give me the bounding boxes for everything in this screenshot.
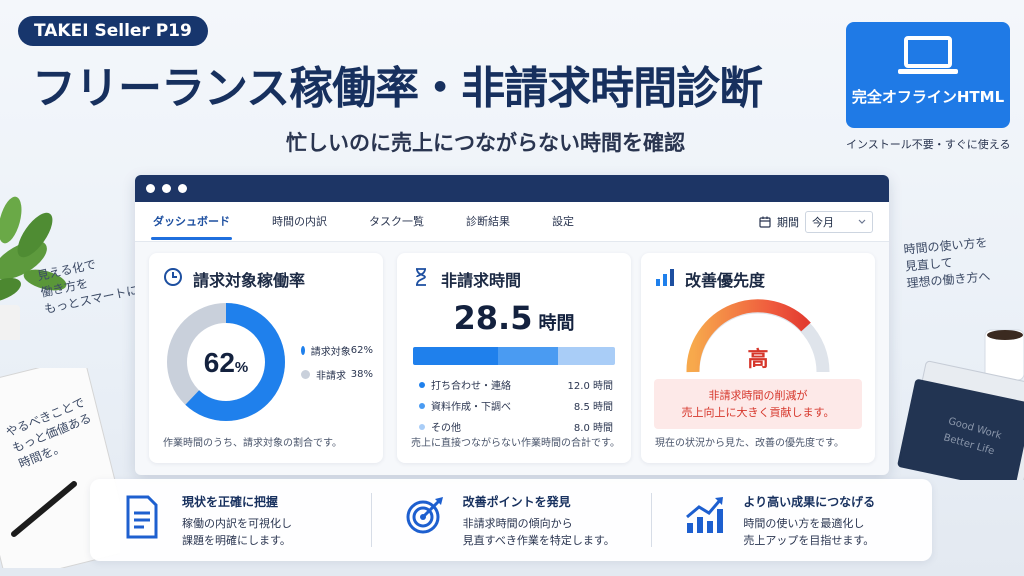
window-titlebar bbox=[135, 175, 889, 202]
feature-desc: 稼働の内訳を可視化し 課題を明確にします。 bbox=[182, 517, 292, 547]
priority-message-line: 売上向上に大きく貢献します。 bbox=[681, 406, 835, 419]
offline-subtext: インストール不要・すぐに使える bbox=[846, 138, 1011, 151]
stacked-bar-segment bbox=[413, 347, 499, 365]
card-note: 現在の状況から見た、改善の優先度です。 bbox=[655, 438, 844, 449]
tab-time-breakdown[interactable]: 時間の内訳 bbox=[272, 202, 327, 242]
nonbillable-hours: 28.5 時間 bbox=[397, 299, 631, 337]
legend-dot bbox=[301, 346, 305, 355]
calendar-icon bbox=[759, 216, 771, 228]
feature-bar: 現状を正確に把握 稼働の内訳を可視化し 課題を明確にします。 改善ポイントを発見… bbox=[90, 479, 932, 561]
list-item: 資料作成・下調べ 8.5 時間 bbox=[419, 398, 613, 413]
item-value: 8.0 時間 bbox=[573, 423, 613, 434]
feature-item: 現状を正確に把握 稼働の内訳を可視化し 課題を明確にします。 bbox=[90, 479, 371, 561]
item-label: 打ち合わせ・連絡 bbox=[431, 381, 511, 392]
stacked-bar-segment bbox=[558, 347, 615, 365]
window-dot bbox=[146, 184, 155, 193]
legend-nonbillable: 非請求 38% bbox=[301, 367, 373, 382]
legend-billable: 請求対象 62% bbox=[301, 343, 373, 358]
card-title: 改善優先度 bbox=[685, 271, 766, 290]
window-dot bbox=[162, 184, 171, 193]
improvement-priority-card: 改善優先度 高 非請求時間の削減が 売上向上に大きく貢献します。 現在の状況から… bbox=[641, 253, 875, 463]
item-label: その他 bbox=[431, 423, 461, 434]
legend-value: 62% bbox=[350, 345, 373, 356]
offline-label: 完全オフラインHTML bbox=[851, 88, 1005, 106]
bar-chart-icon bbox=[656, 269, 674, 286]
legend-label: 請求対象 bbox=[310, 347, 351, 358]
nonbillable-time-card: 非請求時間 28.5 時間 打ち合わせ・連絡 12.0 時間 資料作成・下調べ 8.5… bbox=[397, 253, 631, 463]
bullet-dot bbox=[419, 402, 425, 409]
period-label: 期間 bbox=[777, 216, 799, 229]
list-item: その他 8.0 時間 bbox=[419, 419, 613, 434]
item-value: 12.0 時間 bbox=[567, 381, 613, 392]
legend-dot bbox=[301, 370, 310, 379]
card-title: 非請求時間 bbox=[441, 271, 522, 290]
billable-donut-chart: 62% bbox=[167, 303, 285, 421]
priority-level: 高 bbox=[747, 347, 769, 371]
chevron-down-icon bbox=[858, 219, 866, 224]
hourglass-icon bbox=[416, 268, 426, 286]
feature-title: 現状を正確に把握 bbox=[182, 495, 279, 509]
page-title: フリーランス稼働率・非請求時間診断 bbox=[32, 63, 763, 114]
legend-value: 38% bbox=[350, 369, 373, 380]
growth-chart-icon bbox=[686, 497, 724, 533]
pen-decoration bbox=[11, 481, 77, 537]
tab-settings[interactable]: 設定 bbox=[552, 202, 574, 242]
card-note: 作業時間のうち、請求対象の割合です。 bbox=[163, 438, 342, 449]
stacked-bar-segment bbox=[498, 347, 559, 365]
feature-title: 改善ポイントを発見 bbox=[462, 495, 571, 509]
document-icon bbox=[126, 495, 158, 539]
hours-value: 28.5 bbox=[453, 299, 533, 337]
feature-item: 改善ポイントを発見 非請求時間の傾向から 見直すべき作業を特定します。 bbox=[370, 479, 652, 561]
legend-label: 非請求 bbox=[316, 371, 346, 382]
laptop-icon bbox=[898, 36, 958, 74]
nav-bar: ダッシュボード 時間の内訳 タスク一覧 診断結果 設定 期間 今月 bbox=[135, 202, 889, 242]
card-title: 請求対象稼働率 bbox=[193, 271, 306, 290]
window-dot bbox=[178, 184, 187, 193]
tab-diagnosis[interactable]: 診断結果 bbox=[466, 202, 510, 242]
nonbillable-stacked-bar bbox=[413, 347, 615, 365]
feature-item: より高い成果につなげる 時間の使い方を最適化し 売上アップを目指せます。 bbox=[651, 479, 932, 561]
billable-rate-card: 請求対象稼働率 62% 請求対象 62% 非請求 38% 作業時間のうち、請求対… bbox=[149, 253, 383, 463]
period-dropdown[interactable]: 今月 bbox=[805, 211, 873, 233]
item-label: 資料作成・下調べ bbox=[431, 402, 511, 413]
feature-desc: 時間の使い方を最適化し 売上アップを目指せます。 bbox=[743, 517, 875, 547]
product-badge: TAKEI Seller P19 bbox=[18, 16, 208, 46]
item-value: 8.5 時間 bbox=[573, 402, 613, 413]
priority-message: 非請求時間の削減が 売上向上に大きく貢献します。 bbox=[654, 379, 862, 429]
hours-unit: 時間 bbox=[538, 313, 575, 334]
target-icon bbox=[406, 497, 443, 534]
tab-dashboard[interactable]: ダッシュボード bbox=[151, 202, 232, 242]
bullet-dot bbox=[419, 423, 425, 430]
period-selector: 期間 今月 bbox=[759, 211, 873, 233]
period-value: 今月 bbox=[812, 216, 834, 229]
tab-task-list[interactable]: タスク一覧 bbox=[369, 202, 424, 242]
feature-title: より高い成果につなげる bbox=[743, 495, 876, 509]
feature-desc: 非請求時間の傾向から 見直すべき作業を特定します。 bbox=[462, 517, 615, 547]
page-subtitle: 忙しいのに売上につながらない時間を確認 bbox=[286, 131, 685, 155]
card-note: 売上に直接つながらない作業時間の合計です。 bbox=[411, 438, 620, 449]
bullet-dot bbox=[419, 381, 425, 388]
handwritten-note-right: 時間の使い方を 見直して 理想の働き方へ bbox=[903, 235, 991, 291]
donut-value: 62% bbox=[204, 347, 249, 378]
offline-html-badge: 完全オフラインHTML bbox=[846, 22, 1010, 128]
priority-message-line: 非請求時間の削減が bbox=[708, 389, 808, 402]
clock-icon bbox=[164, 268, 182, 286]
app-window: ダッシュボード 時間の内訳 タスク一覧 診断結果 設定 期間 今月 請求対象稼働… bbox=[135, 175, 889, 475]
list-item: 打ち合わせ・連絡 12.0 時間 bbox=[419, 377, 613, 392]
